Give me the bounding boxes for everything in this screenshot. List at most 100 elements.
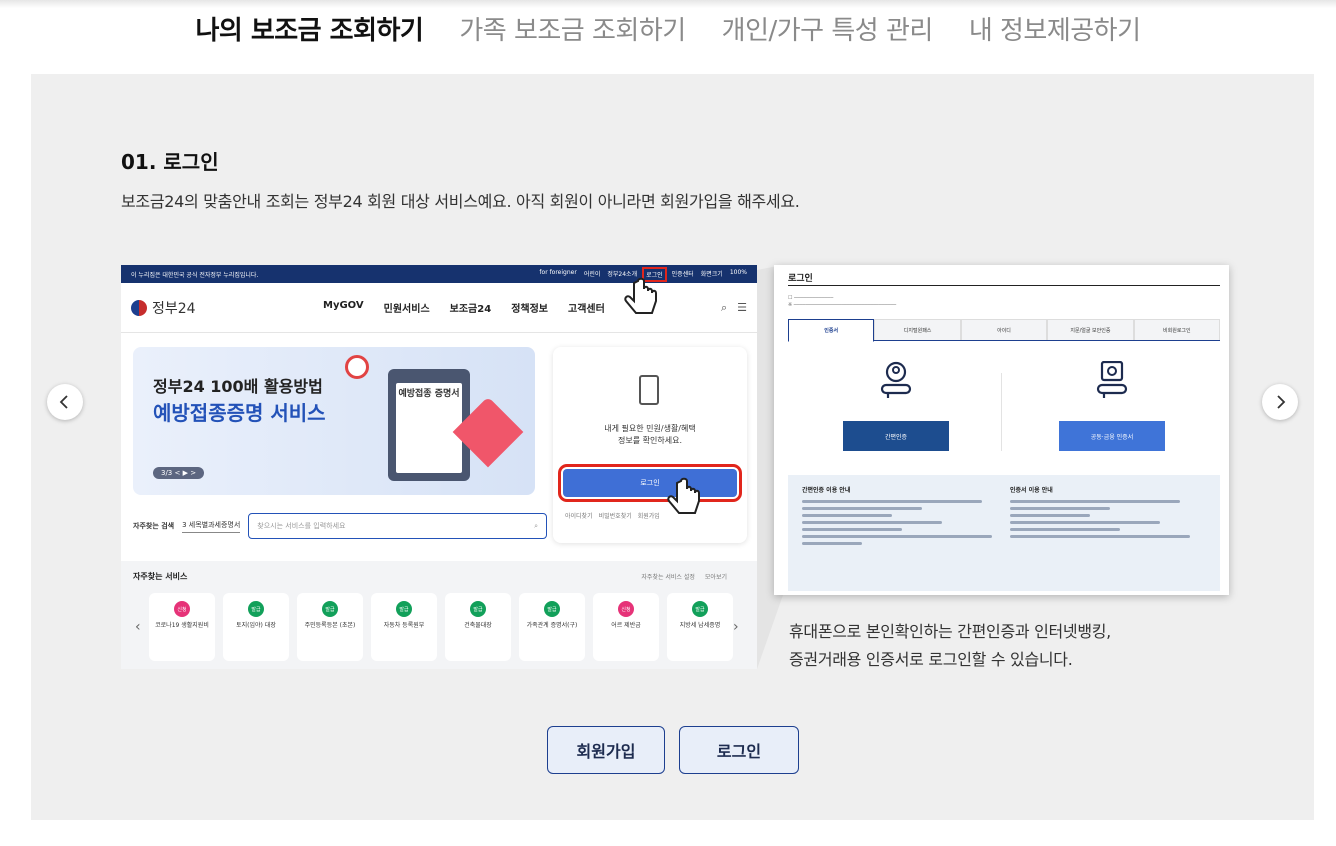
- chevron-right-icon: [1277, 395, 1286, 409]
- service-item: 발급자동차 등록원부: [371, 593, 437, 661]
- caption-line-2: 증권거래용 인증서로 로그인할 수 있습니다.: [789, 650, 1073, 669]
- gov24-logo: 정부24: [131, 298, 311, 318]
- topbar-foreigner: for foreigner: [539, 268, 577, 276]
- login-tab-id: 아이디: [960, 319, 1048, 340]
- service-item: 신청 어르 제반금: [593, 593, 659, 661]
- login-card-text-2: 정보를 확인하세요.: [618, 436, 682, 445]
- login-tab-guest: 비회원로그인: [1133, 319, 1221, 340]
- service-badge: 발급: [544, 601, 560, 617]
- services-title: 자주찾는 서비스: [133, 572, 188, 581]
- carousel-next-button[interactable]: [1262, 384, 1298, 420]
- find-id-link: 아이디찾기: [565, 513, 593, 520]
- login-method-tabs: 인증서 디지털원패스 아이디 지문/얼굴 보안인증 비회원로그인: [788, 319, 1221, 342]
- services-view-all-link: 모아보기: [704, 574, 727, 581]
- gov24-home-screenshot: 이 누리집은 대한민국 공식 전자정부 누리집입니다. for foreigne…: [121, 265, 757, 669]
- service-item: 발급주민등록등본 (초본): [297, 593, 363, 661]
- simple-auth-column: 간편인증: [788, 361, 1004, 461]
- gov24-header: 정부24 MyGOV 민원서비스 보조금24 정책정보 고객센터 ⌕ ☰: [121, 283, 757, 333]
- tab-provide-info[interactable]: 내 정보제공하기: [969, 14, 1141, 48]
- cert-info-title: 인증서 이용 안내: [1010, 487, 1053, 494]
- service-badge: 발급: [396, 601, 412, 617]
- login-tab-bio: 지문/얼굴 보안인증: [1047, 319, 1134, 340]
- login-tab-cert: 인증서: [788, 319, 875, 342]
- banner-line-1: 정부24 100배 활용방법: [153, 377, 323, 396]
- gov24-search: 자주찾는 검색 3 세목별과세증명서 찾으시는 서비스를 입력하세요 ⌕: [133, 513, 547, 539]
- services-links: 자주찾는 서비스 설정 모아보기: [641, 572, 727, 581]
- gov24-logo-text: 정부24: [152, 300, 196, 317]
- chevron-left-icon: ‹: [135, 619, 141, 635]
- service-badge: 발급: [248, 601, 264, 617]
- search-icon: ⌕: [720, 300, 728, 314]
- topbar-zoom: 100%: [729, 268, 747, 276]
- phone-icon: [639, 375, 659, 405]
- service-badge: 발급: [322, 601, 338, 617]
- login-card-text: 내게 필요한 민원/생활/혜택 정보를 확인하세요.: [553, 423, 747, 447]
- gov24-header-icons: ⌕ ☰: [721, 301, 747, 315]
- search-box: 찾으시는 서비스를 입력하세요 ⌕: [248, 513, 547, 539]
- service-badge: 발급: [470, 601, 486, 617]
- topbar-cert-center: 인증센터: [671, 270, 694, 278]
- frequent-services: 자주찾는 서비스 자주찾는 서비스 설정 모아보기 ‹ 신청코로나19 생활지원…: [121, 561, 757, 669]
- step-title: 01. 로그인: [121, 150, 219, 174]
- chevron-right-icon: ›: [733, 619, 739, 635]
- login-card-text-1: 내게 필요한 민원/생활/혜택: [604, 424, 696, 433]
- service-label: 코로나19 생활지원비: [155, 622, 209, 629]
- topbar-screen-size: 화면크기: [700, 270, 723, 278]
- cert-info: 인증서 이용 안내: [1010, 485, 1210, 542]
- search-select: 3 세목별과세증명서: [182, 520, 241, 533]
- joint-cert-button: 공동·금융 인증서: [1059, 421, 1165, 451]
- login-column-divider: [1001, 373, 1002, 451]
- joint-cert-column: 공동·금융 인증서: [1004, 361, 1220, 461]
- service-badge: 발급: [692, 601, 708, 617]
- service-label: 주민등록등본 (초본): [304, 622, 356, 629]
- login-button[interactable]: 로그인: [679, 726, 799, 774]
- login-card-button: 로그인: [558, 464, 742, 502]
- login-page-title: 로그인: [788, 274, 813, 284]
- service-label: 어르 제반금: [611, 622, 641, 629]
- service-item: 발급 가족관계 증명서(구): [519, 593, 585, 661]
- login-card-links: 아이디찾기 비밀번호찾기 회원가입: [565, 511, 660, 520]
- user-key-icon: [876, 361, 916, 399]
- vaccine-banner: 정부24 100배 활용방법 예방접종증명 서비스 예방접종 증명서 3/3 <…: [133, 347, 535, 495]
- signup-link: 회원가입: [637, 513, 660, 520]
- menu-subsidy: 보조금24: [449, 304, 492, 315]
- tab-my-subsidy[interactable]: 나의 보조금 조회하기: [195, 14, 423, 48]
- service-label: 자동차 등록원부: [383, 622, 425, 629]
- menu-policy: 정책정보: [511, 304, 548, 315]
- step-description: 보조금24의 맞춤안내 조회는 정부24 회원 대상 서비스예요. 아직 회원이…: [121, 192, 800, 211]
- guide-panel: 01. 로그인 보조금24의 맞춤안내 조회는 정부24 회원 대상 서비스예요…: [31, 74, 1314, 820]
- top-shadow: [0, 0, 1336, 8]
- service-label: 건축물대장: [464, 622, 492, 629]
- taegeuk-icon: [131, 299, 147, 316]
- menu-civil: 민원서비스: [383, 304, 430, 315]
- tab-family-subsidy[interactable]: 가족 보조금 조회하기: [459, 14, 686, 48]
- login-title-divider: [788, 285, 1220, 286]
- services-row: 신청 코로나19 생활지원비 발급 토지(임야) 대장 발급 주민등록등본 (초본) …: [149, 593, 733, 661]
- banner-pager: 3/3 < ▶ >: [153, 467, 205, 479]
- find-password-link: 비밀번호찾기: [598, 513, 632, 520]
- carousel-prev-button[interactable]: [47, 384, 83, 420]
- main-tabs: 나의 보조금 조회하기 가족 보조금 조회하기 개인/가구 특성 관리 내 정보…: [0, 14, 1336, 48]
- simple-auth-info: 간편인증 이용 안내: [802, 485, 1002, 549]
- simple-auth-info-title: 간편인증 이용 안내: [802, 487, 851, 494]
- service-label: 지방세 납세증명: [679, 622, 721, 629]
- tab-household-traits[interactable]: 개인/가구 특성 관리: [722, 14, 934, 48]
- search-label: 자주찾는 검색: [133, 522, 175, 530]
- service-item: 발급 토지(임야) 대장: [223, 593, 289, 661]
- login-caption: 휴대폰으로 본인확인하는 간편인증과 인터넷뱅킹, 증권거래용 인증서로 로그인…: [789, 618, 1111, 674]
- service-item: 발급지방세 납세증명: [667, 593, 733, 661]
- service-badge: 신청: [174, 601, 190, 617]
- gov24-official-notice: 이 누리집은 대한민국 공식 전자정부 누리집입니다.: [131, 271, 259, 279]
- topbar-login-highlight: 로그인: [642, 266, 667, 282]
- gov24-topbar: 이 누리집은 대한민국 공식 전자정부 누리집입니다. for foreigne…: [121, 265, 757, 283]
- banner-line-2: 예방접종증명 서비스: [153, 401, 326, 425]
- search-placeholder: 찾으시는 서비스를 입력하세요: [257, 522, 346, 530]
- services-settings-link: 자주찾는 서비스 설정: [641, 574, 695, 581]
- login-page-screenshot: 로그인 ☐ ───────────── ※ ───────────────────…: [774, 265, 1229, 595]
- login-tab-onepass: 디지털원패스: [874, 319, 961, 340]
- menu-support: 고객센터: [568, 304, 605, 315]
- caption-line-1: 휴대폰으로 본인확인하는 간편인증과 인터넷뱅킹,: [789, 622, 1111, 641]
- signup-button[interactable]: 회원가입: [547, 726, 665, 774]
- menu-mygov: MyGOV: [323, 300, 364, 311]
- login-card: 내게 필요한 민원/생활/혜택 정보를 확인하세요. 로그인 아이디찾기 비밀번…: [553, 347, 747, 543]
